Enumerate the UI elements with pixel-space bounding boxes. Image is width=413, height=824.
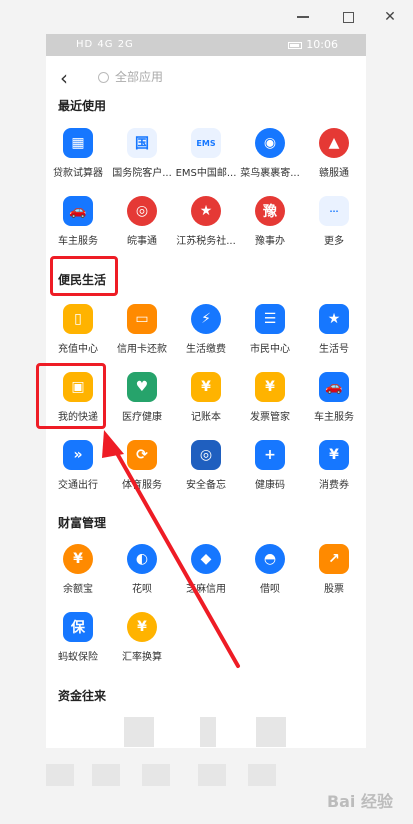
watermark: Bai 经验 bbox=[326, 792, 393, 811]
blurred-bottom bbox=[248, 764, 276, 786]
blurred-bottom bbox=[46, 764, 74, 786]
blurred-bottom bbox=[142, 764, 170, 786]
annotation-arrow bbox=[102, 430, 240, 668]
blurred-bottom bbox=[198, 764, 226, 786]
blurred-bottom bbox=[92, 764, 120, 786]
